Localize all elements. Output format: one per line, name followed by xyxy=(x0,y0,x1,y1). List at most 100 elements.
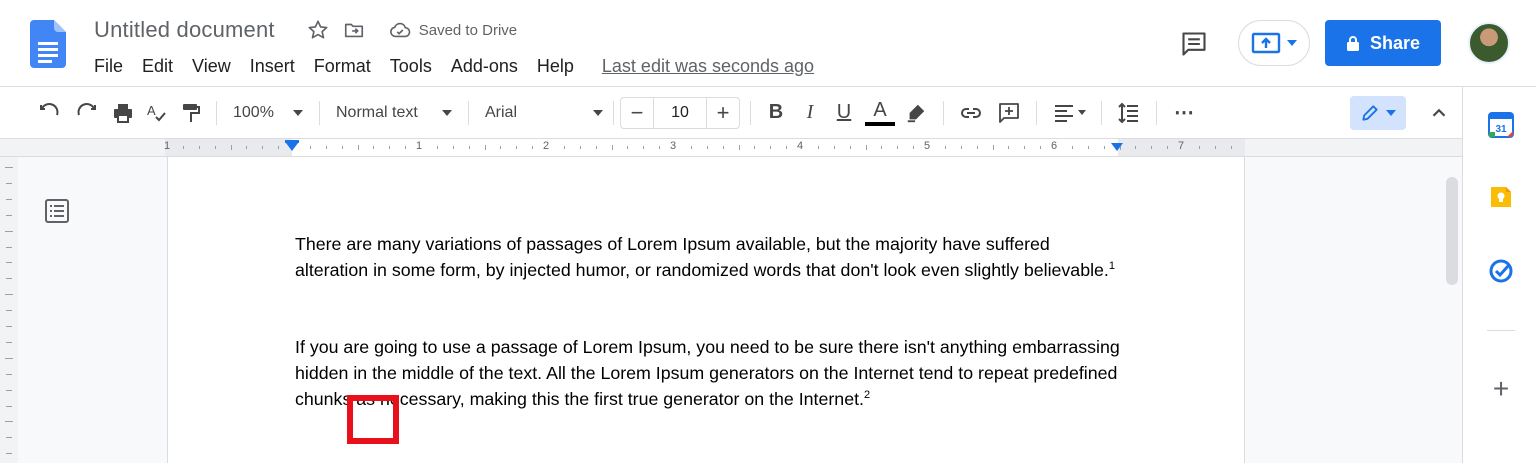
zoom-select[interactable]: 100% xyxy=(227,97,309,129)
menu-help[interactable]: Help xyxy=(537,56,574,77)
line-spacing-button[interactable] xyxy=(1112,97,1146,129)
keep-icon xyxy=(1491,187,1511,207)
horizontal-ruler[interactable]: 1 1 2 3 4 5 6 7 xyxy=(164,139,1245,156)
chevron-down-icon xyxy=(1078,110,1086,115)
line-spacing-icon xyxy=(1118,102,1138,123)
ruler-number: 1 xyxy=(415,140,423,152)
ruler-tick xyxy=(1135,146,1137,149)
side-panel-divider xyxy=(1487,330,1515,331)
redo-icon xyxy=(77,102,96,115)
tasks-app-button[interactable] xyxy=(1487,257,1515,285)
increase-font-size-button[interactable]: + xyxy=(707,98,739,128)
present-dropdown-icon xyxy=(1287,40,1297,46)
ruler-tick xyxy=(6,373,12,375)
svg-text:A: A xyxy=(147,103,156,118)
italic-button[interactable]: I xyxy=(793,97,827,129)
insert-link-button[interactable] xyxy=(954,97,988,129)
font-select[interactable]: Arial xyxy=(479,97,609,129)
toolbar-divider xyxy=(613,100,614,125)
ruler-number: 3 xyxy=(669,140,677,152)
toolbar-divider xyxy=(1101,100,1102,125)
vertical-ruler[interactable] xyxy=(0,157,18,463)
ruler-tick xyxy=(659,146,661,149)
present-button[interactable] xyxy=(1238,20,1310,66)
menu-insert[interactable]: Insert xyxy=(250,56,295,77)
lock-icon xyxy=(1346,36,1359,51)
chevron-down-icon xyxy=(1386,110,1396,116)
chevron-down-icon xyxy=(593,109,603,116)
ruler-tick xyxy=(5,421,13,423)
toolbar-divider xyxy=(750,100,751,125)
add-addon-button[interactable]: + xyxy=(1487,373,1515,404)
footnote-reference[interactable]: 2 xyxy=(864,389,870,401)
ruler-tick xyxy=(6,214,12,216)
menu-view[interactable]: View xyxy=(192,56,231,77)
pencil-icon xyxy=(1362,105,1378,121)
share-button[interactable]: Share xyxy=(1325,20,1441,66)
star-icon[interactable] xyxy=(305,17,331,43)
ruler-tick xyxy=(214,146,216,149)
redo-button[interactable] xyxy=(72,97,102,129)
spellcheck-button[interactable]: A xyxy=(142,97,172,129)
paragraph[interactable]: If you are going to use a passage of Lor… xyxy=(295,334,1125,412)
ruler-tick xyxy=(5,230,13,232)
document-title[interactable]: Untitled document xyxy=(94,17,275,43)
menu-tools[interactable]: Tools xyxy=(390,56,432,77)
ruler-tick xyxy=(786,146,788,149)
more-options-button[interactable]: ⋯ xyxy=(1167,97,1201,129)
ruler-tick xyxy=(849,146,851,149)
ruler-tick xyxy=(738,145,740,150)
menu-file[interactable]: File xyxy=(94,56,123,77)
text-color-button[interactable]: A xyxy=(861,93,899,133)
paragraph[interactable]: There are many variations of passages of… xyxy=(295,231,1125,283)
document-outline-icon[interactable] xyxy=(44,198,70,224)
calendar-app-button[interactable]: 31 xyxy=(1487,111,1515,139)
menu-edit[interactable]: Edit xyxy=(142,56,173,77)
editing-mode-button[interactable] xyxy=(1350,96,1406,130)
ruler-tick xyxy=(468,146,470,149)
ruler-tick xyxy=(436,146,438,149)
ruler-tick xyxy=(1024,146,1026,149)
ruler-tick xyxy=(6,326,12,327)
left-indent-marker[interactable] xyxy=(286,143,298,151)
bold-button[interactable]: B xyxy=(759,97,793,129)
ruler-tick xyxy=(690,146,692,149)
menu-add-ons[interactable]: Add-ons xyxy=(451,56,518,77)
ruler-tick xyxy=(516,146,518,149)
ruler-tick xyxy=(278,146,280,149)
ruler-tick xyxy=(1103,146,1105,149)
add-comment-button[interactable] xyxy=(992,97,1026,129)
footnote-reference[interactable]: 1 xyxy=(1109,260,1115,272)
docs-logo-icon[interactable] xyxy=(30,20,66,68)
ruler-tick xyxy=(6,262,12,264)
menu-format[interactable]: Format xyxy=(314,56,371,77)
print-button[interactable] xyxy=(108,97,138,129)
toolbar-divider xyxy=(943,100,944,125)
right-indent-marker[interactable] xyxy=(1111,143,1123,151)
align-button[interactable] xyxy=(1047,97,1091,129)
paint-format-button[interactable] xyxy=(176,97,206,129)
ruler-tick xyxy=(722,146,724,149)
vertical-scrollbar[interactable] xyxy=(1446,177,1458,285)
document-page[interactable]: There are many variations of passages of… xyxy=(167,157,1245,463)
decrease-font-size-button[interactable]: − xyxy=(621,98,653,128)
saved-status[interactable]: Saved to Drive xyxy=(373,17,517,43)
ruler-tick xyxy=(1230,146,1232,149)
ruler-number: 4 xyxy=(796,140,804,152)
comment-history-button[interactable] xyxy=(1178,28,1210,60)
chevron-down-icon xyxy=(293,109,303,116)
font-size-input[interactable]: 10 xyxy=(653,97,707,128)
highlight-color-button[interactable] xyxy=(899,97,933,129)
move-folder-icon[interactable] xyxy=(341,17,367,43)
underline-button[interactable]: U xyxy=(827,97,861,129)
ruler-tick xyxy=(913,146,915,149)
undo-button[interactable] xyxy=(34,97,64,129)
avatar[interactable] xyxy=(1468,22,1510,64)
keep-app-button[interactable] xyxy=(1487,183,1515,211)
ruler-number: 2 xyxy=(542,140,550,152)
style-select[interactable]: Normal text xyxy=(330,97,458,129)
hide-menus-button[interactable] xyxy=(1424,97,1454,129)
align-left-icon xyxy=(1055,104,1073,122)
ruler-tick xyxy=(484,145,486,150)
last-edit-link[interactable]: Last edit was seconds ago xyxy=(602,56,814,77)
